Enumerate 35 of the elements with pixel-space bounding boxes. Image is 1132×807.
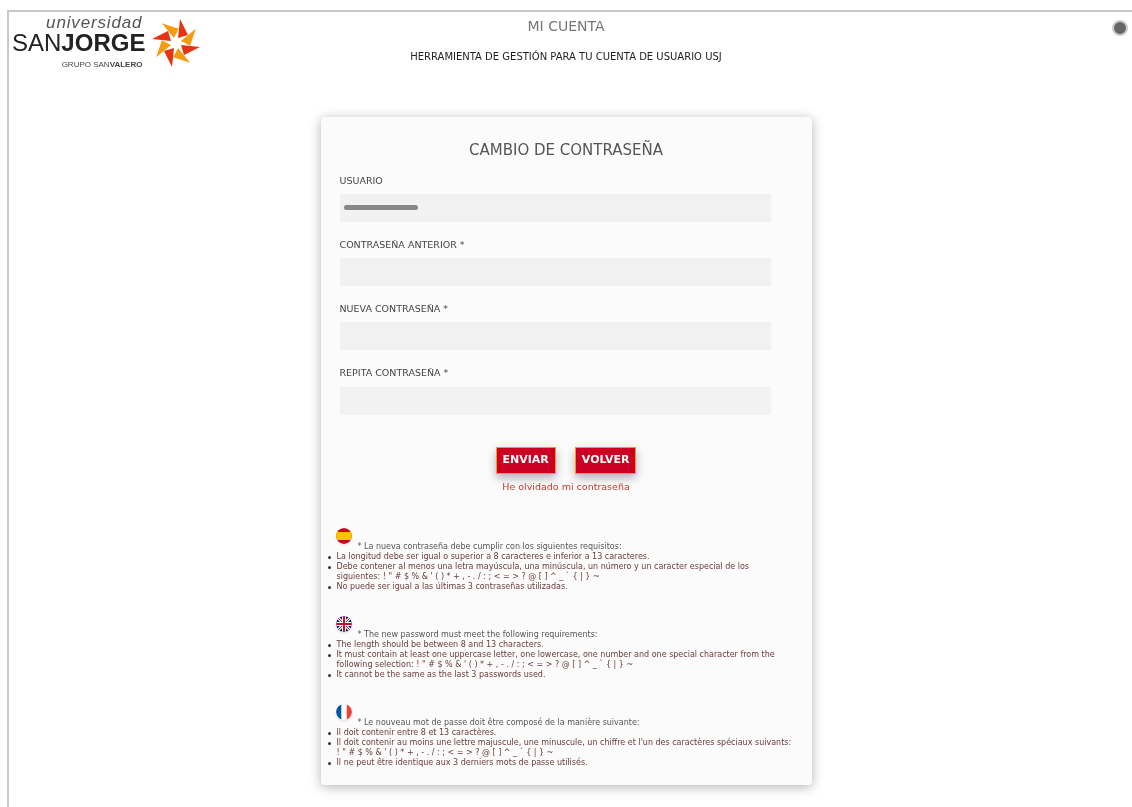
requirement-text: It cannot be the same as the last 3 passwords used. xyxy=(336,669,546,680)
forgot-password-link[interactable]: He olvidado mi contraseña xyxy=(502,479,630,494)
field-label: CONTRASEÑA ANTERIOR * xyxy=(339,237,466,252)
form-title: CAMBIO DE CONTRASEÑA xyxy=(469,139,663,161)
requirement-text: No puede ser igual a las últimas 3 contraseñas utilizadas. xyxy=(336,581,568,592)
requirements-intro: * Le nouveau mot de passe doit être composé de la manière suivante: xyxy=(357,717,641,727)
requirement-text: Debe contener al menos una letra mayúscula, una minúscula, un número y un caracter especial de los siguientes: ! " # $ % & ' ( ) * + , - . / : ; < = > ? @ [ ] ^ _ ` { | } ~ xyxy=(336,561,750,582)
requirement-text: Il ne peut être identique aux 3 derniers mots de passe utilisés. xyxy=(336,757,588,768)
requirement-text: Il doit contenir entre 8 et 13 caractères. xyxy=(336,727,497,738)
requirement-text: La longitud debe ser igual o superior a 8 caracteres e inferior a 13 caracteres. xyxy=(336,551,650,562)
bullet-icon xyxy=(327,731,331,735)
logo-wordmark: SANJORGE xyxy=(12,31,146,55)
bullet-icon xyxy=(327,741,331,745)
field-label: REPITA CONTRASEÑA * xyxy=(339,366,450,381)
requirement-text: Il doit contenir au moins une lettre majuscule, une minuscule, un chiffre et l'un des caractères spéciaux suivants: ! " # $ % & ' ( ) * + , - . / : ; < = > ? @ [ ] ^ _ ` { | } ~ xyxy=(336,737,793,757)
form-button[interactable]: ENVIAR xyxy=(495,446,556,474)
page-subtitle: HERRAMIENTA DE GESTIÓN PARA TU CUENTA DE USUARIO USJ xyxy=(410,49,722,64)
bullet-icon xyxy=(327,555,331,559)
bullet-icon xyxy=(327,565,331,569)
requirement-text: It must contain at least one uppercase letter, one lowercase, one number and one special character from the following selection: ! " # $ % & ' ( ) * + , - . / : ; < = > ? @ [ ] ^ _ ` { | } ~ xyxy=(336,649,776,670)
bullet-icon xyxy=(327,643,331,647)
requirements-intro: * The new password must meet the following requirements: xyxy=(357,629,599,640)
field-label: USUARIO xyxy=(339,173,384,188)
logo-subtitle: GRUPO SANVALERO xyxy=(61,59,143,71)
logo-tagline: universidad xyxy=(46,14,143,31)
requirements-intro: * La nueva contraseña debe cumplir con los siguientes requisitos: xyxy=(357,541,623,552)
form-button[interactable]: VOLVER xyxy=(574,446,637,474)
bullet-icon xyxy=(327,653,331,657)
bullet-icon xyxy=(327,673,331,677)
input-field[interactable] xyxy=(339,193,771,222)
page-title: MI CUENTA xyxy=(527,17,605,36)
requirement-text: The length should be between 8 and 13 characters. xyxy=(336,639,544,650)
field-label: NUEVA CONTRASEÑA * xyxy=(339,302,450,316)
bullet-icon xyxy=(327,585,331,589)
bullet-icon xyxy=(327,761,331,765)
